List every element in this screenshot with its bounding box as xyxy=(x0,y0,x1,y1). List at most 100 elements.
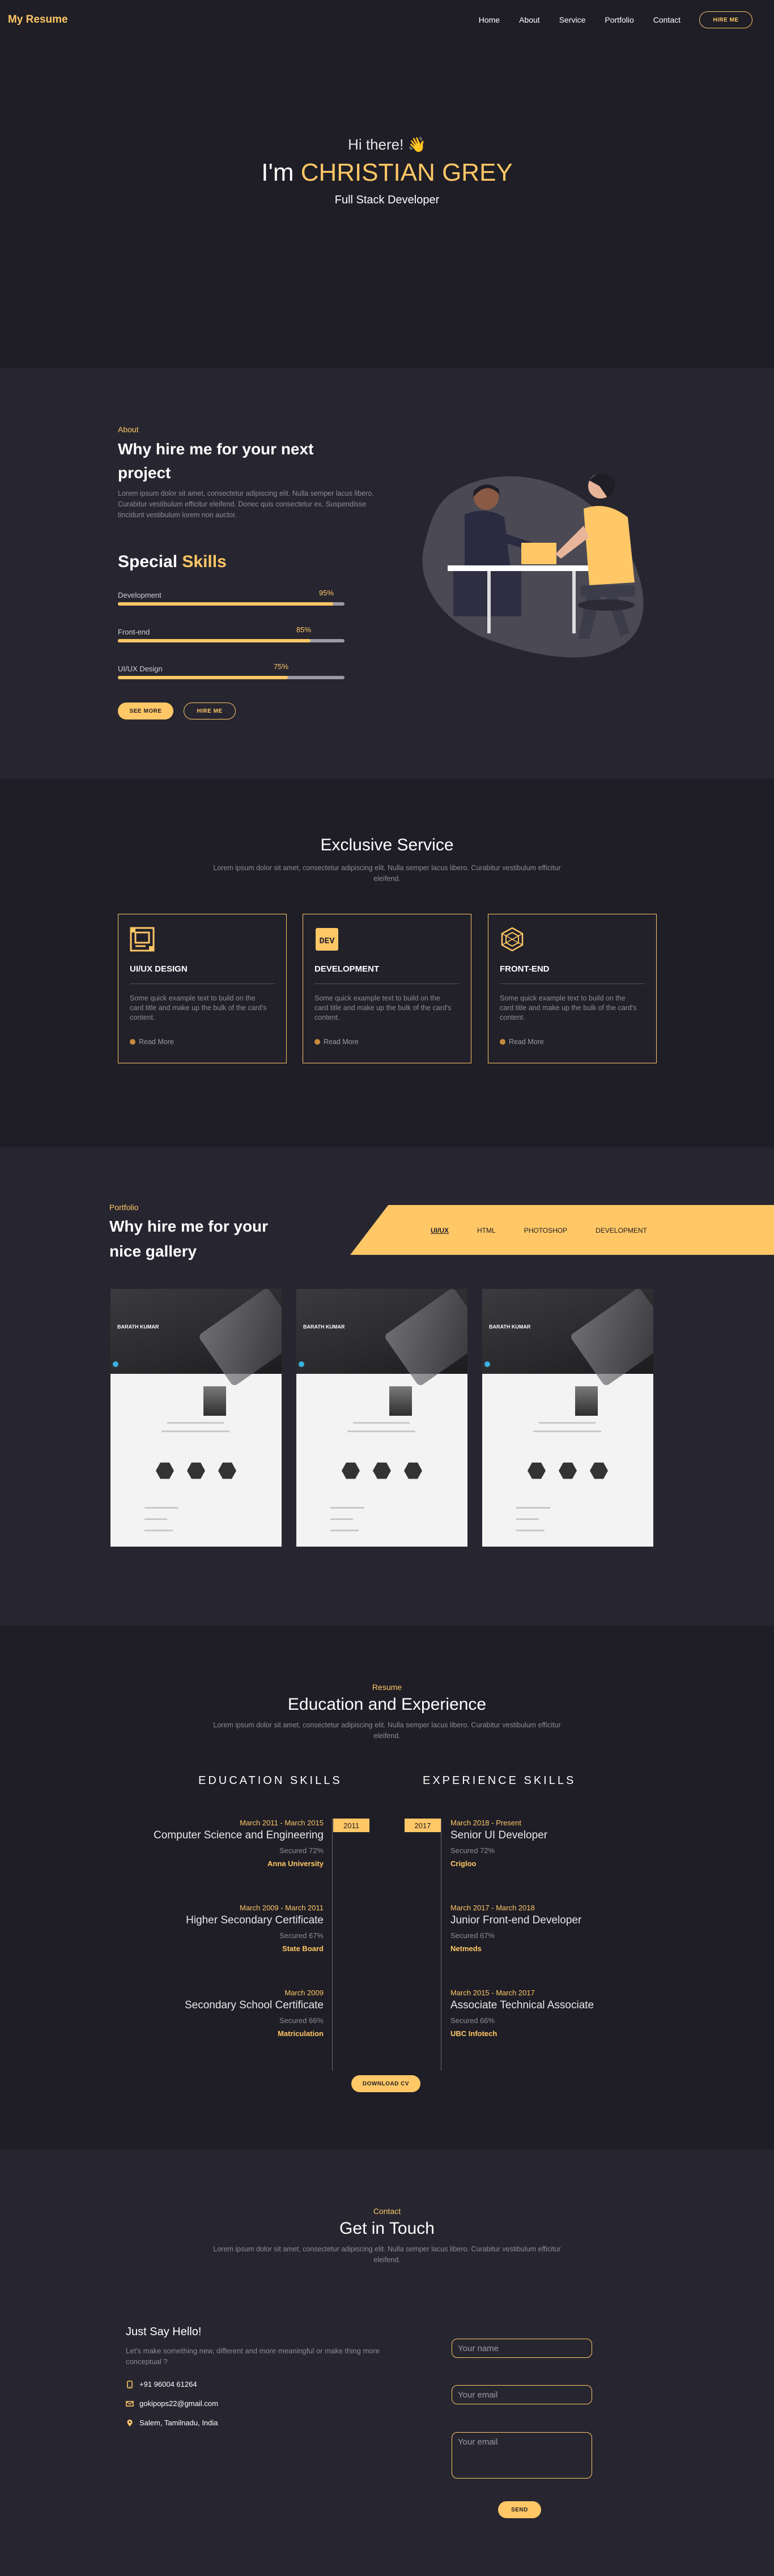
service-card-text: Some quick example text to build on the … xyxy=(314,994,452,1021)
contact-title: Get in Touch xyxy=(339,2219,435,2238)
hire-me-about-button[interactable]: HIRE ME xyxy=(184,702,236,719)
site-logo[interactable]: My Resume xyxy=(8,14,68,26)
contact-tag: Contact xyxy=(373,2207,401,2216)
experience-item: March 2018 - Present Senior UI Developer… xyxy=(450,1819,643,1868)
location-icon xyxy=(127,2419,133,2426)
skill-percent: 95% xyxy=(319,589,334,597)
service-card[interactable]: UI/UX DESIGN Some quick example text to … xyxy=(118,914,287,1063)
edu-score: Secured 72% xyxy=(279,1846,324,1855)
exp-title: Associate Technical Associate xyxy=(450,1999,594,2011)
dot-icon xyxy=(484,1361,490,1367)
skill-percent: 75% xyxy=(274,662,289,671)
service-card-title: DEVELOPMENT xyxy=(314,964,380,974)
email-field[interactable] xyxy=(452,2385,592,2404)
nav-service[interactable]: Service xyxy=(559,15,586,24)
skills-title-b: Skills xyxy=(182,552,227,571)
portfolio-thumb-hero: BARATH KUMAR xyxy=(482,1289,653,1387)
hero-role: Full Stack Developer xyxy=(334,194,440,206)
exp-date: March 2018 - Present xyxy=(450,1819,522,1827)
edu-title: Secondary School Certificate xyxy=(184,1999,324,2011)
tab-photoshop[interactable]: PHOTOSHOP xyxy=(524,1227,567,1234)
services-section: Exclusive Service Lorem ipsum dolor sit … xyxy=(0,779,774,1147)
placeholder-line xyxy=(539,1422,596,1424)
read-more-label: Read More xyxy=(139,1038,174,1046)
divider xyxy=(500,983,645,984)
hero-name: I'm CHRISTIAN GREY xyxy=(0,159,774,187)
exp-score: Secured 72% xyxy=(450,1846,495,1855)
portfolio-thumb-name: BARATH KUMAR xyxy=(303,1324,345,1330)
working-people-illustration xyxy=(422,473,644,658)
hex-skill-badge xyxy=(342,1462,360,1479)
divider xyxy=(130,983,275,984)
tab-uiux[interactable]: UI/UX xyxy=(431,1227,449,1234)
read-more-link[interactable]: Read More xyxy=(500,1038,544,1046)
edu-org: State Board xyxy=(282,1944,324,1953)
nav-portfolio[interactable]: Portfolio xyxy=(605,15,633,24)
edu-title: Higher Secondary Certificate xyxy=(186,1914,324,1926)
about-tag: About xyxy=(118,425,139,434)
send-button[interactable]: SEND xyxy=(498,2501,541,2518)
name-field[interactable] xyxy=(452,2339,592,2358)
placeholder-line xyxy=(330,1518,353,1520)
hex-skill-badge xyxy=(590,1462,608,1479)
read-more-icon xyxy=(314,1039,320,1045)
contact-subtitle: Lorem ipsum dolor sit amet, consectetur … xyxy=(213,2245,561,2264)
skill-track xyxy=(118,602,345,606)
hex-skill-badge xyxy=(559,1462,577,1479)
edu-score: Secured 66% xyxy=(279,2016,324,2025)
nav-contact[interactable]: Contact xyxy=(653,15,681,24)
skills-title-a: Special xyxy=(118,552,182,571)
nav-links: Home About Service Portfolio Contact xyxy=(479,15,681,24)
hex-skill-badge xyxy=(156,1462,174,1479)
skill-fill xyxy=(118,602,333,606)
service-card[interactable]: DEV DEVELOPMENT Some quick example text … xyxy=(303,914,471,1063)
service-card[interactable]: FRONT-END Some quick example text to bui… xyxy=(488,914,657,1063)
exp-org: UBC Infotech xyxy=(450,2029,497,2038)
read-more-link[interactable]: Read More xyxy=(314,1038,359,1046)
email-text: gokipops22@gmail.com xyxy=(139,2399,218,2408)
resume-subtitle: Lorem ipsum dolor sit amet, consectetur … xyxy=(213,1721,561,1740)
education-item: March 2009 - March 2011 Higher Secondary… xyxy=(131,1904,324,1953)
education-item: March 2011 - March 2015 Computer Science… xyxy=(131,1819,324,1868)
read-more-link[interactable]: Read More xyxy=(130,1038,174,1046)
placeholder-line xyxy=(167,1422,224,1424)
design-icon xyxy=(130,927,155,952)
read-more-icon xyxy=(500,1039,505,1045)
see-more-button[interactable]: SEE MORE xyxy=(118,702,173,719)
skill-track xyxy=(118,676,345,679)
tab-html[interactable]: HTML xyxy=(477,1227,496,1234)
contact-email[interactable]: gokipops22@gmail.com xyxy=(126,2399,218,2408)
about-text: Lorem ipsum dolor sit amet, consectetur … xyxy=(118,489,374,519)
portfolio-tag: Portfolio xyxy=(109,1203,139,1212)
contact-phone[interactable]: +91 96004 61264 xyxy=(126,2380,197,2388)
nav-home[interactable]: Home xyxy=(479,15,500,24)
say-hello-text: Let's make something new, different and … xyxy=(126,2347,380,2366)
portfolio-item[interactable]: BARATH KUMAR xyxy=(110,1289,282,1547)
frontend-icon xyxy=(501,927,524,952)
portfolio-item[interactable]: BARATH KUMAR xyxy=(482,1289,653,1547)
hero-im: I'm xyxy=(261,159,301,186)
portfolio-item[interactable]: BARATH KUMAR xyxy=(296,1289,467,1547)
placeholder-line xyxy=(144,1507,178,1509)
message-field[interactable] xyxy=(452,2432,592,2479)
tab-development[interactable]: DEVELOPMENT xyxy=(596,1227,647,1234)
placeholder-line xyxy=(516,1530,545,1531)
skill-development: Development 95% xyxy=(118,589,345,608)
edu-score: Secured 67% xyxy=(279,1931,324,1940)
resume-section: Resume Education and Experience Lorem ip… xyxy=(0,1626,774,2150)
svg-text:DEV: DEV xyxy=(319,936,334,946)
portfolio-thumb-photo xyxy=(389,1386,412,1416)
service-card-title: FRONT-END xyxy=(500,964,550,974)
exp-title: Senior UI Developer xyxy=(450,1829,548,1841)
download-cv-button[interactable]: DOWNLOAD CV xyxy=(351,2075,420,2092)
portfolio-thumb-name: BARATH KUMAR xyxy=(117,1324,159,1330)
hire-me-nav-button[interactable]: HIRE ME xyxy=(699,11,752,28)
experience-year-badge: 2017 xyxy=(405,1819,441,1832)
hex-skill-badge xyxy=(187,1462,205,1479)
laptop-image xyxy=(569,1289,653,1387)
nav-about[interactable]: About xyxy=(519,15,540,24)
hex-skill-badge xyxy=(404,1462,422,1479)
edu-org: Matriculation xyxy=(278,2029,324,2038)
edu-date: March 2009 - March 2011 xyxy=(240,1904,324,1912)
placeholder-line xyxy=(347,1430,415,1432)
